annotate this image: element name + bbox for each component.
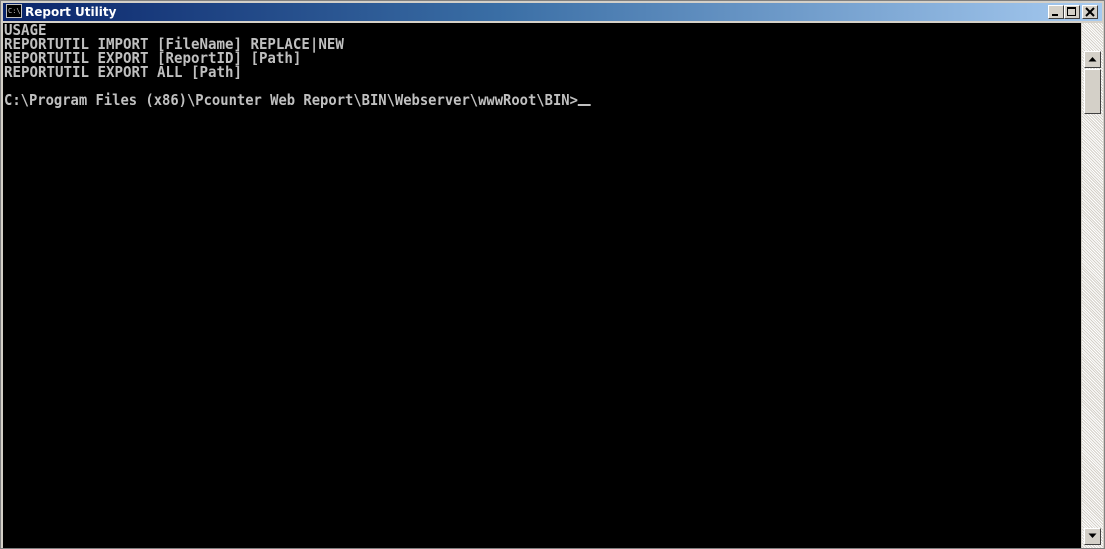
console-app-icon[interactable]: C:\ — [6, 4, 22, 18]
scroll-down-button[interactable] — [1084, 528, 1101, 545]
scroll-thumb[interactable] — [1084, 69, 1101, 114]
window-title: Report Utility — [25, 5, 117, 19]
arrow-down-icon — [1088, 533, 1097, 538]
vertical-scrollbar[interactable] — [1082, 23, 1103, 548]
console-line: REPORTUTIL EXPORT ALL [Path] — [4, 63, 242, 81]
command-prompt-line[interactable]: C:\Program Files (x86)\Pcounter Web Repo… — [4, 91, 591, 109]
title-bar[interactable]: C:\ Report Utility — [3, 3, 1102, 21]
scroll-up-button[interactable] — [1084, 51, 1101, 68]
text-cursor — [577, 104, 591, 106]
console-output[interactable]: USAGE REPORTUTIL IMPORT [FileName] REPLA… — [3, 23, 1081, 548]
command-prompt: C:\Program Files (x86)\Pcounter Web Repo… — [4, 91, 578, 109]
maximize-button[interactable] — [1064, 5, 1080, 19]
close-icon — [1085, 7, 1095, 17]
console-window: C:\ Report Utility USAGE REPORTUTIL IMPO… — [0, 0, 1105, 549]
arrow-up-icon — [1088, 57, 1097, 62]
minimize-button[interactable] — [1048, 5, 1064, 19]
close-button[interactable] — [1082, 5, 1098, 19]
